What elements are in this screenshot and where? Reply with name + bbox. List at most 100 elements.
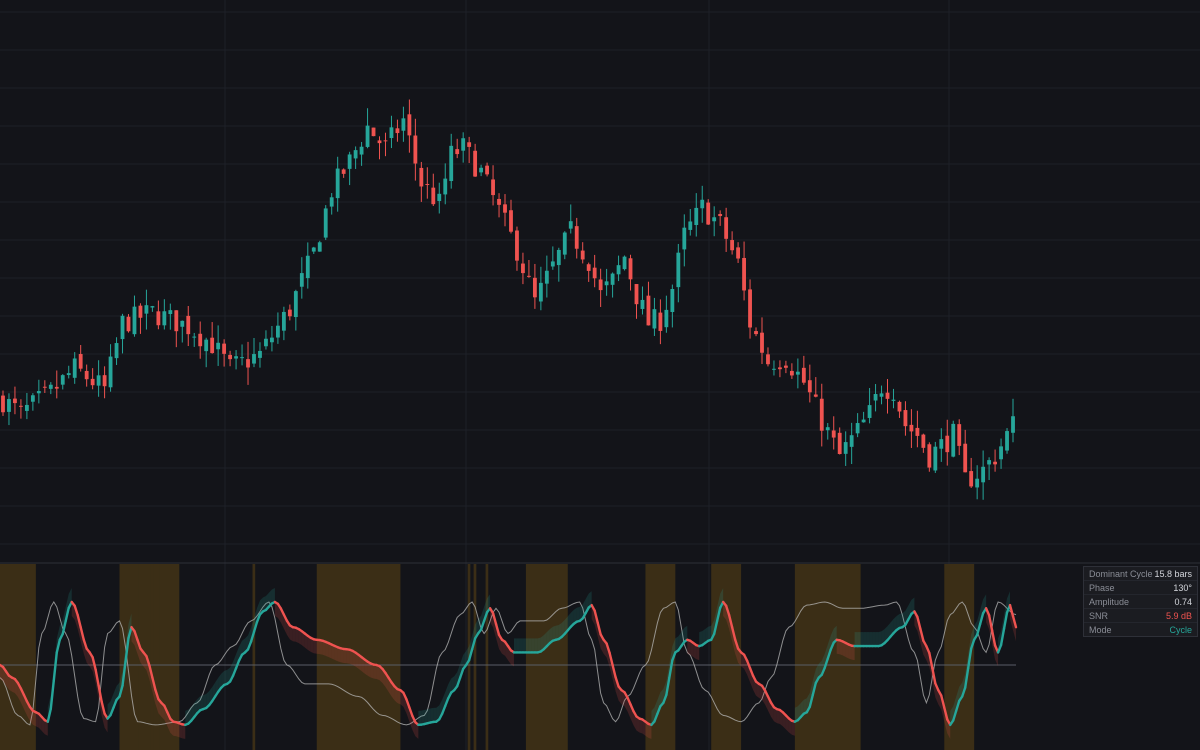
oscillator-ribbon xyxy=(687,639,691,655)
oscillator-ribbon xyxy=(427,708,431,724)
candle-body xyxy=(688,221,693,230)
candle-body xyxy=(897,401,902,412)
info-value: Cycle xyxy=(1169,624,1192,635)
info-row-snr: SNR 5.9 dB xyxy=(1084,609,1197,623)
oscillator-ribbon xyxy=(857,632,861,647)
candle-body xyxy=(287,309,292,317)
candle-body xyxy=(807,380,812,393)
candle-body xyxy=(951,423,956,457)
candle-body xyxy=(455,149,460,155)
candle-body xyxy=(772,368,776,370)
candle-body xyxy=(682,227,687,250)
candle-body xyxy=(652,309,657,329)
candle-body xyxy=(879,393,884,397)
oscillator-ribbon xyxy=(525,638,529,653)
candle-body xyxy=(610,273,615,285)
candle-body xyxy=(766,354,770,365)
candle-body xyxy=(383,140,388,142)
candle-body xyxy=(120,315,125,340)
candle-body xyxy=(78,354,83,369)
oscillator-ribbon xyxy=(639,718,643,734)
oscillator-ribbon xyxy=(552,625,556,641)
oscillator-ribbon xyxy=(851,645,855,661)
oscillator-ribbon xyxy=(699,631,703,647)
oscillator-ribbon xyxy=(340,648,344,663)
candle-body xyxy=(293,291,298,318)
cycle-band-thin xyxy=(473,564,477,750)
oscillator-ribbon xyxy=(179,723,183,739)
candle-body xyxy=(192,336,197,338)
candle-body xyxy=(867,405,872,418)
candle-body xyxy=(795,371,800,375)
candle-body xyxy=(240,357,244,359)
candle-body xyxy=(407,114,412,136)
oscillator-ribbon xyxy=(869,632,873,647)
candle-body xyxy=(275,325,280,338)
candle-body xyxy=(150,306,155,308)
candle-body xyxy=(783,365,788,368)
candle-body xyxy=(706,202,711,225)
candle-body xyxy=(102,375,107,387)
candle-body xyxy=(395,128,400,134)
candle-body xyxy=(556,249,561,266)
candle-body xyxy=(634,284,639,305)
oscillator-ribbon xyxy=(424,709,428,725)
candle-body xyxy=(999,446,1003,460)
info-value: 130° xyxy=(1173,582,1192,593)
candle-body xyxy=(515,230,519,261)
candle-body xyxy=(527,275,531,277)
oscillator-ribbon xyxy=(373,664,377,679)
oscillator-ribbon xyxy=(872,632,876,647)
chart-canvas xyxy=(0,0,1200,750)
candle-body xyxy=(909,424,914,432)
oscillator-ribbon xyxy=(519,638,523,653)
candle-body xyxy=(819,398,824,431)
candle-body xyxy=(7,399,11,412)
candle-body xyxy=(114,343,119,359)
candle-body xyxy=(532,277,537,298)
candle-body xyxy=(497,198,501,205)
candle-body xyxy=(371,127,376,137)
candle-body xyxy=(305,255,310,279)
oscillator-ribbon xyxy=(418,710,422,725)
cycle-band xyxy=(525,564,568,750)
candle-body xyxy=(461,138,466,151)
candle-body xyxy=(503,204,507,213)
price-candlesticks xyxy=(1,99,1015,500)
candle-body xyxy=(730,240,735,251)
candle-body xyxy=(544,270,549,284)
candle-body xyxy=(742,257,746,291)
oscillator-ribbon xyxy=(319,640,323,655)
candle-body xyxy=(509,210,513,232)
candle-body xyxy=(568,221,573,229)
oscillator-ribbon xyxy=(863,632,867,647)
candle-body xyxy=(1011,416,1015,433)
oscillator-ribbon xyxy=(513,638,517,653)
candle-body xyxy=(258,350,262,358)
candle-body xyxy=(640,299,645,309)
cycle-band-thin xyxy=(150,564,154,750)
candle-body xyxy=(825,427,830,431)
candle-body xyxy=(359,146,364,155)
candle-body xyxy=(760,332,764,353)
candle-body xyxy=(873,394,878,401)
oscillator-ribbon xyxy=(866,632,870,647)
candle-body xyxy=(413,135,418,164)
candle-body xyxy=(54,386,59,389)
candle-body xyxy=(228,354,233,360)
candle-body xyxy=(48,384,53,389)
candle-body xyxy=(60,375,65,385)
oscillator-ribbon xyxy=(173,721,177,737)
candle-body xyxy=(180,320,185,327)
candle-body xyxy=(299,273,304,287)
candle-body xyxy=(736,247,741,259)
candle-body xyxy=(156,311,161,326)
candle-body xyxy=(234,356,238,359)
candle-body xyxy=(90,378,95,386)
info-row-phase: Phase 130° xyxy=(1084,581,1197,595)
candle-body xyxy=(174,310,179,332)
candle-body xyxy=(945,435,950,453)
oscillator-ribbon xyxy=(313,639,317,654)
oscillator-ribbon xyxy=(182,724,186,739)
oscillator-ribbon xyxy=(346,649,350,664)
